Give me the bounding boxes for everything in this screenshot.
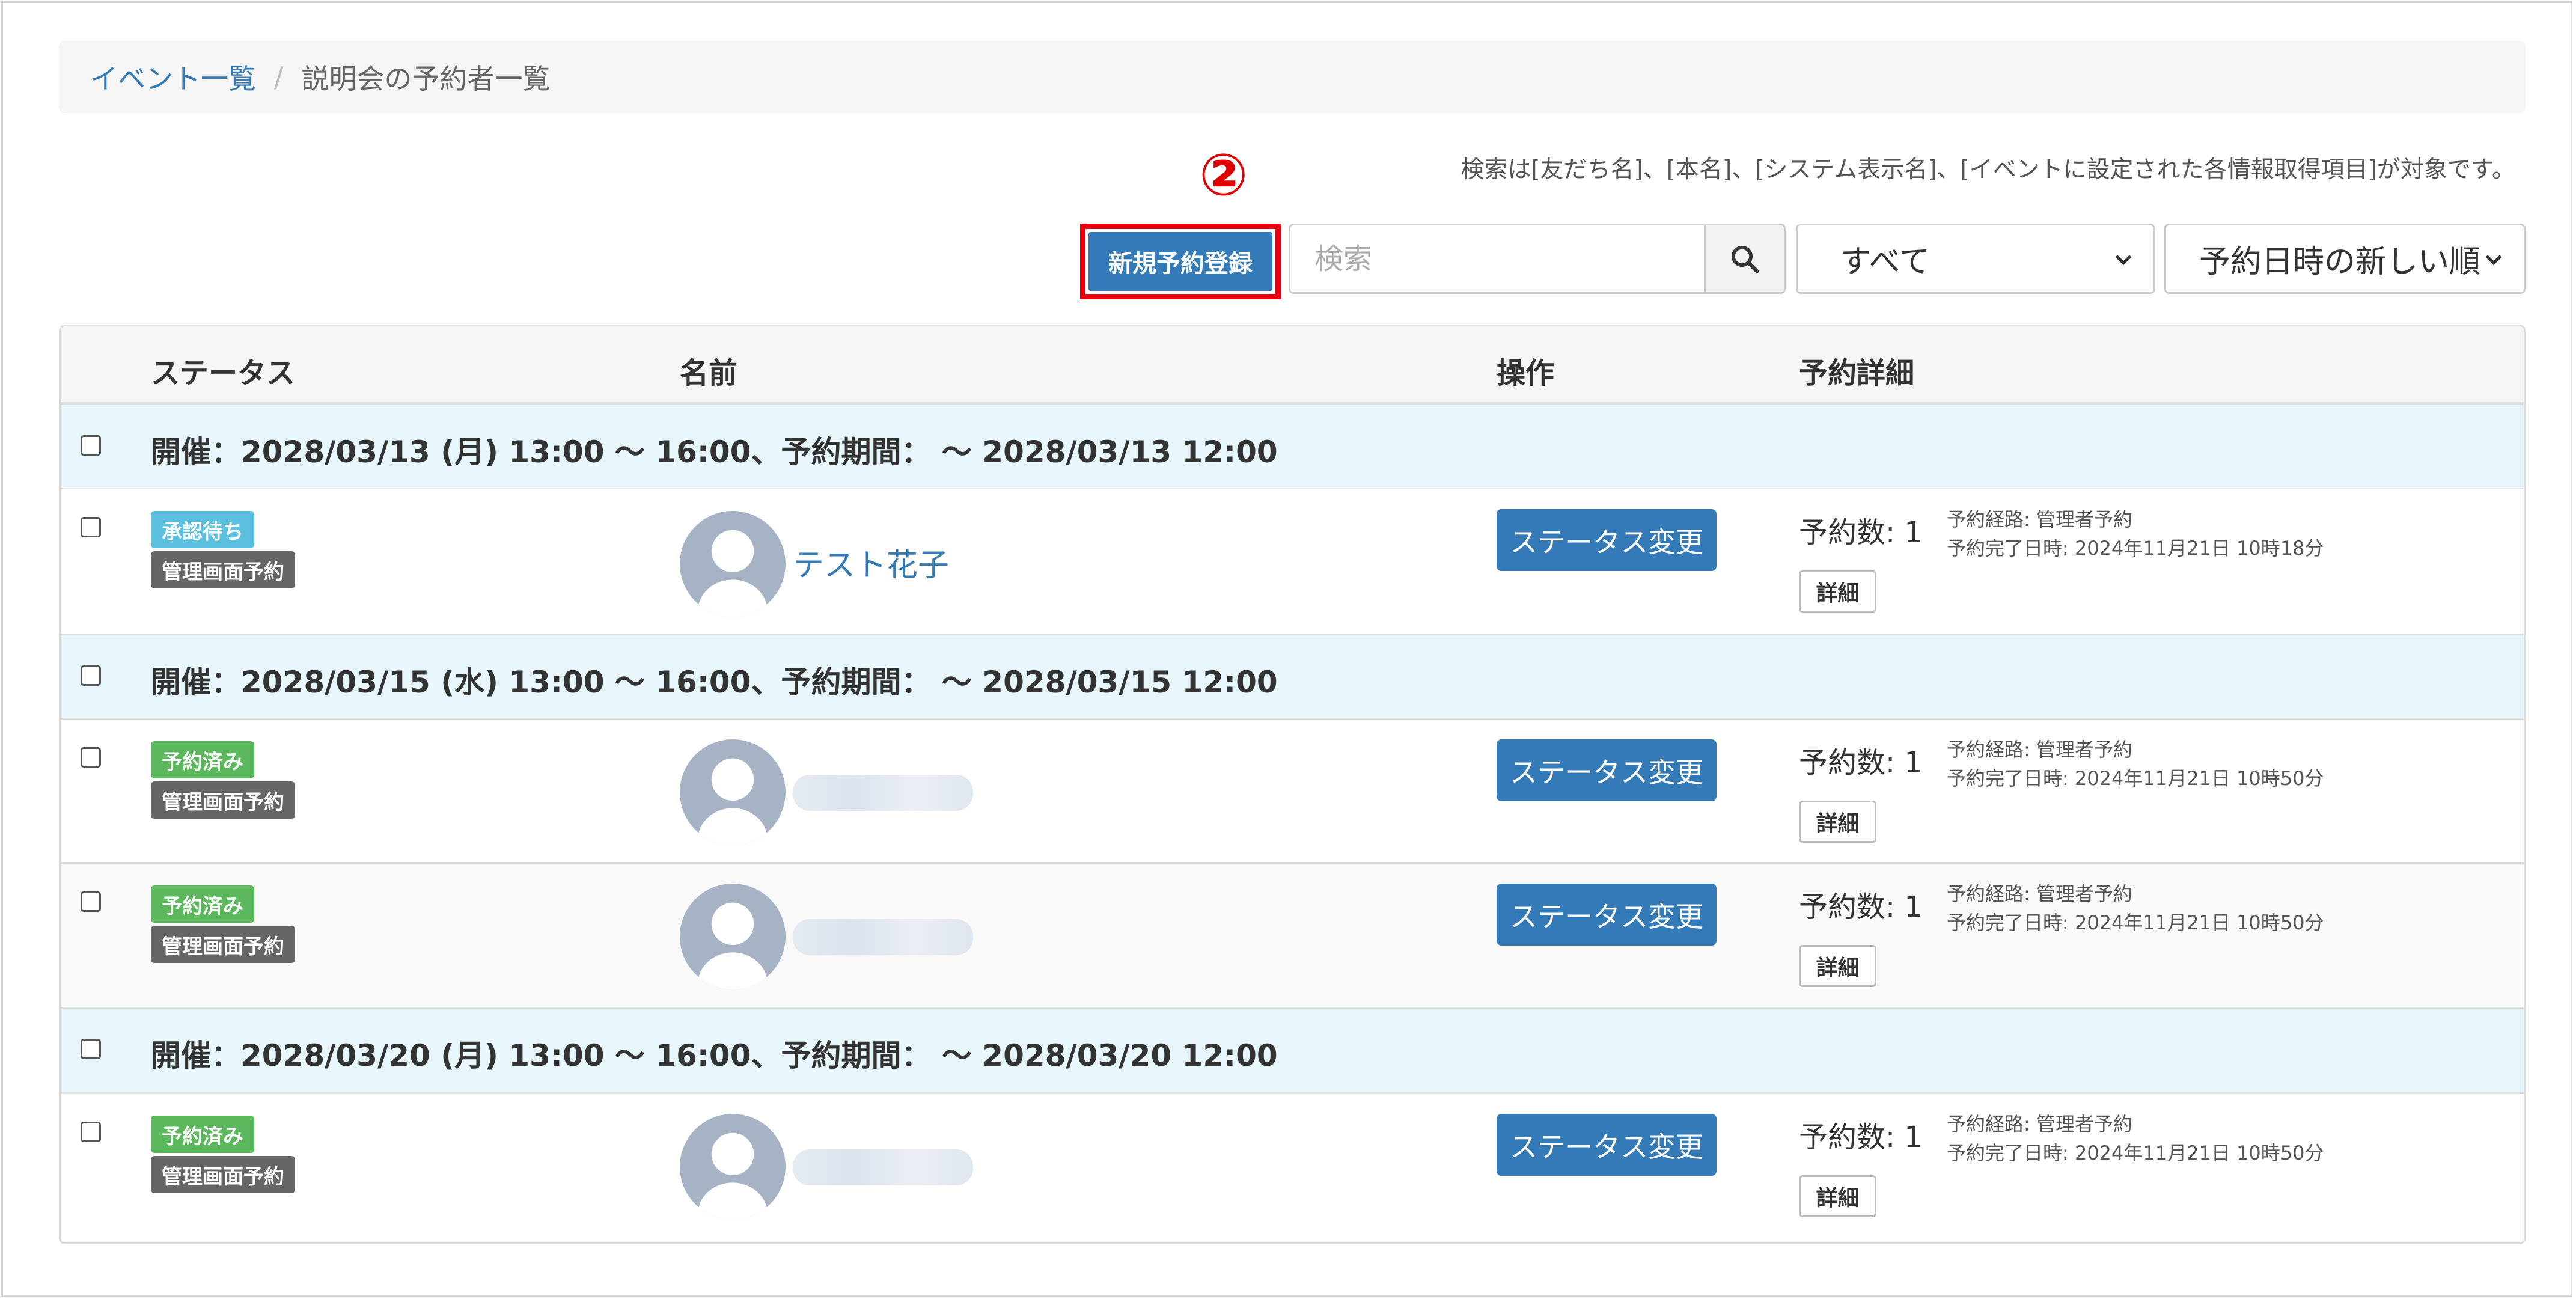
detail-button[interactable]: 詳細 — [1799, 1175, 1876, 1217]
table-row: 予約済み 管理画面予約 ステータス変更 予約数: 1 予約経路: 管理者予約 予… — [61, 1094, 2524, 1242]
search-icon — [1731, 245, 1759, 273]
event-group-row: 開催：2028/03/15 (水) 13:00 ～ 16:00、予約期間： ～ … — [61, 635, 2524, 720]
status-filter-value: すべて — [1840, 244, 1930, 280]
chevron-down-icon — [2482, 247, 2506, 271]
breadcrumb: イベント一覧 / 説明会の予約者一覧 — [59, 41, 2526, 113]
status-change-button[interactable]: ステータス変更 — [1497, 509, 1717, 571]
group-checkbox[interactable] — [81, 665, 101, 686]
annotation-number: ② — [1199, 141, 1248, 209]
avatar — [680, 511, 786, 617]
breadcrumb-separator: / — [274, 61, 284, 93]
reservation-count: 予約数: 1 — [1799, 1120, 1923, 1154]
reservation-count: 予約数: 1 — [1799, 746, 1923, 780]
source-badge: 管理画面予約 — [151, 781, 295, 819]
sort-select[interactable]: 予約日時の新しい順 — [2164, 224, 2526, 294]
reservation-meta: 予約経路: 管理者予約 予約完了日時: 2024年11月21日 10時50分 — [1947, 735, 2324, 793]
reservation-meta: 予約経路: 管理者予約 予約完了日時: 2024年11月21日 10時18分 — [1947, 505, 2324, 563]
detail-button[interactable]: 詳細 — [1799, 570, 1876, 613]
header-name: 名前 — [680, 356, 738, 390]
source-badge: 管理画面予約 — [151, 1156, 295, 1193]
status-badge: 承認待ち — [151, 511, 254, 548]
row-checkbox[interactable] — [81, 517, 101, 537]
chevron-down-icon — [2111, 247, 2135, 271]
new-reservation-button[interactable]: 新規予約登録 — [1088, 232, 1272, 291]
reservation-meta: 予約経路: 管理者予約 予約完了日時: 2024年11月21日 10時50分 — [1947, 879, 2324, 937]
avatar — [680, 884, 786, 989]
breadcrumb-event-list-link[interactable]: イベント一覧 — [90, 57, 256, 97]
header-action: 操作 — [1497, 356, 1555, 390]
source-badge: 管理画面予約 — [151, 551, 295, 588]
event-group-label: 開催：2028/03/20 (月) 13:00 ～ 16:00、予約期間： ～ … — [151, 1038, 1278, 1073]
avatar — [680, 1114, 786, 1220]
reservation-route: 予約経路: 管理者予約 — [1947, 1113, 2132, 1135]
event-group-label: 開催：2028/03/15 (水) 13:00 ～ 16:00、予約期間： ～ … — [151, 665, 1278, 700]
table-row: 予約済み 管理画面予約 ステータス変更 予約数: 1 予約経路: 管理者予約 予… — [61, 864, 2524, 1009]
blurred-user-name — [793, 1149, 973, 1185]
reservation-count: 予約数: 1 — [1799, 516, 1923, 549]
search-group — [1289, 224, 1786, 294]
group-checkbox[interactable] — [81, 435, 101, 456]
reservation-meta: 予約経路: 管理者予約 予約完了日時: 2024年11月21日 10時50分 — [1947, 1110, 2324, 1167]
reservation-route: 予約経路: 管理者予約 — [1947, 508, 2132, 531]
header-status: ステータス — [151, 356, 296, 390]
event-group-row: 開催：2028/03/13 (月) 13:00 ～ 16:00、予約期間： ～ … — [61, 405, 2524, 489]
breadcrumb-current: 説明会の予約者一覧 — [301, 63, 551, 95]
page-frame: イベント一覧 / 説明会の予約者一覧 検索は[友だち名]、[本名]、[システム表… — [1, 1, 2572, 1297]
table-header: ステータス 名前 操作 予約詳細 — [61, 326, 2524, 405]
reservation-completed: 予約完了日時: 2024年11月21日 10時50分 — [1947, 1142, 2324, 1164]
blurred-user-name — [793, 775, 973, 811]
reservation-completed: 予約完了日時: 2024年11月21日 10時18分 — [1947, 537, 2324, 560]
row-checkbox[interactable] — [81, 891, 101, 912]
status-badge: 予約済み — [151, 741, 254, 778]
reservation-completed: 予約完了日時: 2024年11月21日 10時50分 — [1947, 767, 2324, 790]
reservation-count: 予約数: 1 — [1799, 890, 1923, 924]
reservation-route: 予約経路: 管理者予約 — [1947, 882, 2132, 905]
source-badge: 管理画面予約 — [151, 926, 295, 963]
reservation-table: ステータス 名前 操作 予約詳細 開催：2028/03/13 (月) 13:00… — [59, 325, 2526, 1244]
search-input[interactable] — [1290, 225, 1704, 292]
status-change-button[interactable]: ステータス変更 — [1497, 1114, 1717, 1176]
status-change-button[interactable]: ステータス変更 — [1497, 739, 1717, 801]
row-checkbox[interactable] — [81, 1122, 101, 1142]
table-row: 承認待ち 管理画面予約 テスト花子 ステータス変更 予約数: 1 予約経路: 管… — [61, 489, 2524, 635]
avatar — [680, 739, 786, 845]
status-badge: 予約済み — [151, 885, 254, 923]
status-change-button[interactable]: ステータス変更 — [1497, 884, 1717, 946]
event-group-label: 開催：2028/03/13 (月) 13:00 ～ 16:00、予約期間： ～ … — [151, 435, 1278, 469]
reservation-completed: 予約完了日時: 2024年11月21日 10時50分 — [1947, 911, 2324, 934]
detail-button[interactable]: 詳細 — [1799, 945, 1876, 987]
header-details: 予約詳細 — [1799, 356, 1915, 390]
reservation-route: 予約経路: 管理者予約 — [1947, 738, 2132, 761]
user-name-link[interactable]: テスト花子 — [793, 540, 949, 585]
row-checkbox[interactable] — [81, 747, 101, 768]
search-button[interactable] — [1704, 225, 1784, 292]
blurred-user-name — [793, 919, 973, 955]
detail-button[interactable]: 詳細 — [1799, 801, 1876, 843]
group-checkbox[interactable] — [81, 1039, 101, 1059]
sort-value: 予約日時の新しい順 — [2199, 244, 2481, 280]
status-filter-select[interactable]: すべて — [1796, 224, 2155, 294]
event-group-row: 開催：2028/03/20 (月) 13:00 ～ 16:00、予約期間： ～ … — [61, 1009, 2524, 1094]
status-badge: 予約済み — [151, 1116, 254, 1153]
table-row: 予約済み 管理画面予約 ステータス変更 予約数: 1 予約経路: 管理者予約 予… — [61, 720, 2524, 864]
search-note: 検索は[友だち名]、[本名]、[システム表示名]、[イベントに設定された各情報取… — [1460, 156, 2515, 183]
